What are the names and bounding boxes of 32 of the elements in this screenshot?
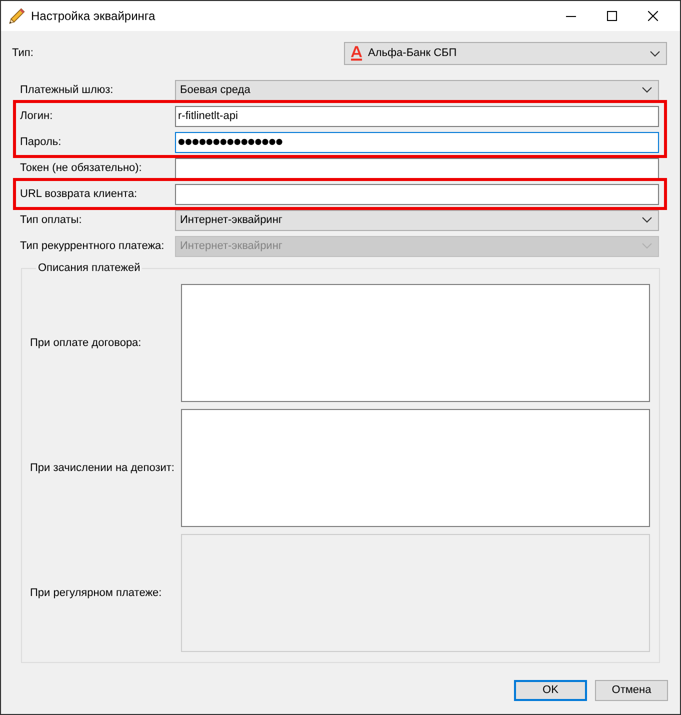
- letter-a-logo-icon: [351, 46, 362, 61]
- chevron-down-icon: [642, 217, 652, 223]
- field-label: Тип оплаты:: [20, 212, 83, 228]
- field-label: Пароль:: [20, 134, 62, 150]
- text-area[interactable]: [181, 409, 650, 527]
- field-label: При оплате договора:: [30, 336, 142, 351]
- chevron-down-icon: [650, 50, 660, 56]
- field-label: Платежный шлюз:: [20, 82, 114, 98]
- text-field[interactable]: [175, 184, 659, 204]
- dialog-button[interactable]: OK: [514, 680, 587, 701]
- pencil-icon: [9, 8, 25, 24]
- text-area[interactable]: [181, 284, 650, 402]
- field-label: Токен (не обязательно):: [20, 160, 143, 176]
- group-title: Описания платежей: [37, 261, 142, 275]
- maximize-icon: [606, 11, 616, 21]
- field-label: При зачислении на депозит:: [30, 460, 176, 476]
- chevron-down-icon: [642, 87, 652, 93]
- window-title: Настройка эквайринга: [31, 8, 156, 25]
- text-field[interactable]: [175, 158, 659, 178]
- text-field[interactable]: r-fitlinetlt-api: [175, 106, 659, 126]
- field-label: Тип рекуррентного платежа:: [20, 238, 166, 254]
- field-label: URL возврата клиента:: [20, 186, 138, 202]
- dropdown[interactable]: Интернет-эквайринг: [175, 210, 659, 230]
- password-field[interactable]: ●●●●●●●●●●●●●●●: [175, 132, 659, 152]
- field-label: Тип:: [12, 46, 34, 62]
- dialog-button[interactable]: Отмена: [595, 680, 668, 701]
- field-label: Логин:: [20, 108, 54, 124]
- field-label: При регулярном платеже:: [30, 586, 163, 601]
- chevron-down-icon: [642, 243, 652, 249]
- dropdown[interactable]: Альфа-Банк СБП: [344, 42, 667, 65]
- close-icon: [648, 11, 658, 21]
- dropdown[interactable]: Боевая среда: [175, 80, 659, 100]
